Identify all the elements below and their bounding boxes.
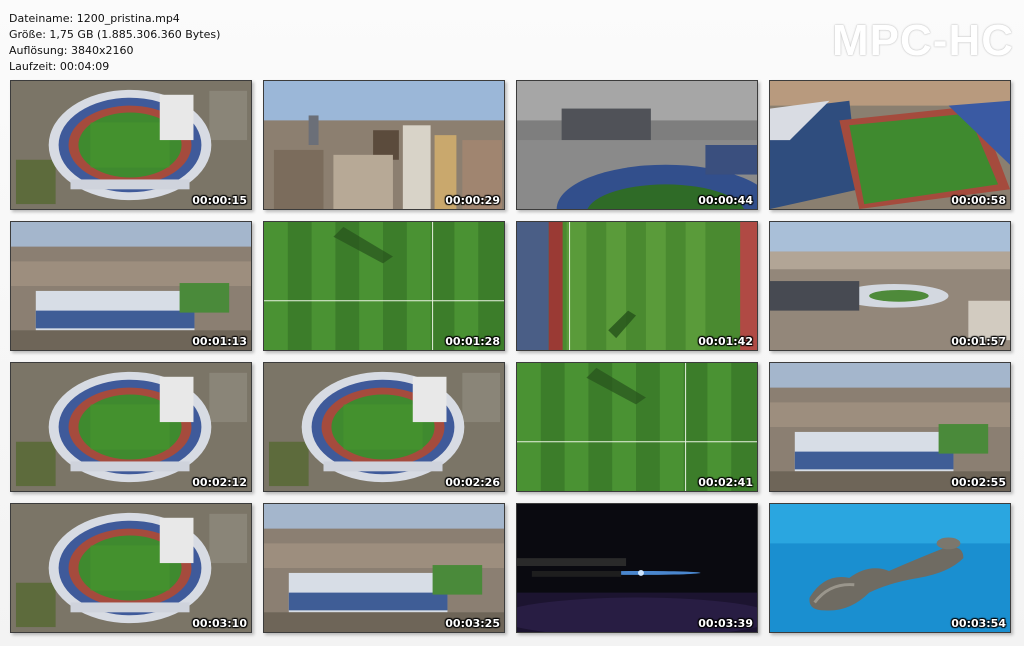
duration-label: Laufzeit: 00:04:09 bbox=[9, 60, 110, 73]
thumbnail-timestamp: 00:03:25 bbox=[445, 617, 500, 630]
thumbnail-timestamp: 00:03:39 bbox=[698, 617, 753, 630]
thumbnail-timestamp: 00:00:15 bbox=[192, 194, 247, 207]
thumbnail-timestamp: 00:02:12 bbox=[192, 476, 247, 489]
thumbnail-image bbox=[264, 504, 504, 632]
thumbnail-image bbox=[264, 363, 504, 491]
thumbnail-pitch-grass: 00:02:41 bbox=[516, 362, 758, 492]
thumbnail-stadium-city: 00:02:55 bbox=[769, 362, 1011, 492]
thumbnail-image bbox=[11, 81, 251, 209]
thumbnail-image bbox=[517, 504, 757, 632]
thumbnail-pitch-grass: 00:01:28 bbox=[263, 221, 505, 351]
thumbnail-space-title: 00:03:39 bbox=[516, 503, 758, 633]
thumbnail-timestamp: 00:03:54 bbox=[951, 617, 1006, 630]
filesize-label: Größe: 1,75 GB (1.885.306.360 Bytes) bbox=[9, 28, 221, 41]
thumbnail-city-skyline: 00:00:29 bbox=[263, 80, 505, 210]
thumbnail-stadium-stand-top: 00:00:44 bbox=[516, 80, 758, 210]
thumbnail-stadium-aerial: 00:03:10 bbox=[10, 503, 252, 633]
thumbnail-image bbox=[11, 504, 251, 632]
thumbnail-image bbox=[264, 222, 504, 350]
thumbnail-image bbox=[11, 363, 251, 491]
thumbnail-image bbox=[517, 363, 757, 491]
thumbnail-timestamp: 00:01:57 bbox=[951, 335, 1006, 348]
thumbnail-image bbox=[11, 222, 251, 350]
file-info-panel: Dateiname: 1200_pristina.mp4 Größe: 1,75… bbox=[9, 11, 220, 75]
thumbnail-timestamp: 00:02:26 bbox=[445, 476, 500, 489]
thumbnail-stadium-city: 00:01:13 bbox=[10, 221, 252, 351]
thumbnail-image bbox=[517, 81, 757, 209]
filename-label: Dateiname: 1200_pristina.mp4 bbox=[9, 12, 180, 25]
thumbnail-timestamp: 00:03:10 bbox=[192, 617, 247, 630]
thumbnail-image bbox=[264, 81, 504, 209]
thumbnail-timestamp: 00:01:28 bbox=[445, 335, 500, 348]
thumbnail-timestamp: 00:00:44 bbox=[698, 194, 753, 207]
thumbnail-stadium-aerial: 00:02:26 bbox=[263, 362, 505, 492]
thumbnail-timestamp: 00:01:42 bbox=[698, 335, 753, 348]
thumbnail-image bbox=[770, 363, 1010, 491]
thumbnail-image bbox=[517, 222, 757, 350]
thumbnail-image bbox=[770, 222, 1010, 350]
thumbnail-island-sea: 00:03:54 bbox=[769, 503, 1011, 633]
thumbnail-stadium-aerial: 00:00:15 bbox=[10, 80, 252, 210]
thumbnail-timestamp: 00:02:55 bbox=[951, 476, 1006, 489]
thumbnail-timestamp: 00:02:41 bbox=[698, 476, 753, 489]
thumbnail-image bbox=[770, 81, 1010, 209]
thumbnail-stadium-aerial: 00:02:12 bbox=[10, 362, 252, 492]
thumbnail-image bbox=[770, 504, 1010, 632]
thumbnail-stadium-city: 00:03:25 bbox=[263, 503, 505, 633]
thumbnail-pitch-grass-edge: 00:01:42 bbox=[516, 221, 758, 351]
thumbnail-timestamp: 00:01:13 bbox=[192, 335, 247, 348]
thumbnail-timestamp: 00:00:29 bbox=[445, 194, 500, 207]
thumbnail-city-panorama: 00:01:57 bbox=[769, 221, 1011, 351]
thumbnail-stadium-pitch-side: 00:00:58 bbox=[769, 80, 1011, 210]
resolution-label: Auflösung: 3840x2160 bbox=[9, 44, 134, 57]
mpc-hc-logo: MPC-HC bbox=[832, 16, 1014, 65]
thumbnail-timestamp: 00:00:58 bbox=[951, 194, 1006, 207]
